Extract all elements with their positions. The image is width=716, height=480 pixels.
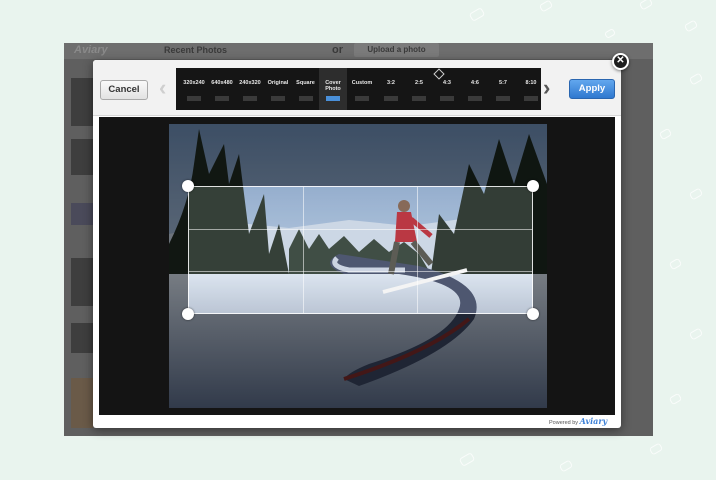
background-logo: Aviary [74,44,108,56]
crop-grid-line [417,187,419,313]
powered-by-text: Powered by [549,420,579,426]
aspect-ratio-indicator [384,96,398,101]
crop-dim-left [169,186,188,314]
aspect-ratio-option[interactable]: Square [292,68,319,110]
background-thumbnail [71,258,93,306]
aspect-ratio-label: 3:2 [387,80,395,86]
background-thumbnail [71,378,93,428]
aspect-ratio-label: 640x480 [211,80,233,86]
aspect-ratio-option[interactable]: Cover Photo [319,68,347,110]
crop-handle-bottom-right[interactable] [527,308,539,320]
crop-modal: Cancel ‹ 320x240 640x480 240x320 Original Sq… [93,60,621,428]
aspect-ratio-label: 2:5 [415,80,423,86]
decorative-shape [468,7,486,22]
decorative-shape [458,452,476,467]
crop-dim-top [169,124,547,186]
aspect-ratio-option[interactable]: 3:2 [377,68,405,110]
aspect-ratio-label: 4:6 [471,80,479,86]
aspect-ratio-indicator [440,96,454,101]
crop-dim-right [533,186,547,314]
crop-handle-bottom-left[interactable] [182,308,194,320]
crop-grid-line [303,187,305,313]
decorative-shape [603,27,617,40]
aspect-ratio-label: 8:10 [525,80,537,86]
aspect-ratio-indicator [298,96,313,101]
crop-selection[interactable] [188,186,533,314]
decorative-shape [638,0,654,11]
crop-toolbar: Cancel ‹ 320x240 640x480 240x320 Original Sq… [93,60,621,116]
background-header: Aviary Recent Photos or Upload a photo [64,43,653,59]
background-upload-button: Upload a photo [354,43,439,57]
aspect-ratio-option[interactable]: 5:7 [489,68,517,110]
background-thumbnail [71,323,93,353]
aspect-ratio-indicator [326,96,340,101]
aviary-brand[interactable]: Aviary [580,416,608,426]
aspect-ratio-option[interactable]: 640x480 [208,68,236,110]
background-thumbnail [71,139,93,175]
aspect-ratio-label: 320x240 [183,80,205,86]
aspect-ratio-indicator [468,96,482,101]
background-thumbnail [71,203,93,225]
aspect-ratio-indicator [215,96,229,101]
close-icon[interactable]: ✕ [612,53,629,70]
decorative-shape [658,127,673,141]
aspect-ratio-label: Custom [351,80,373,86]
background-or-text: or [332,44,343,56]
aspect-ratio-label: Square [296,80,315,86]
crop-grid-line [189,228,532,230]
chevron-right-icon[interactable]: › [543,75,550,101]
crop-grid-line [189,270,532,272]
aspect-ratio-option[interactable]: 8:10 [517,68,541,110]
powered-by: Powered by Aviary [549,416,607,426]
aspect-ratio-option[interactable]: Custom [347,68,377,110]
aspect-ratio-option[interactable]: Original [264,68,292,110]
decorative-shape [688,187,704,201]
background-thumbnail [71,78,93,126]
aspect-ratio-option[interactable]: 240x320 [236,68,264,110]
chevron-left-icon[interactable]: ‹ [159,75,166,101]
decorative-shape [688,327,704,341]
background-title: Recent Photos [164,45,228,55]
aspect-ratio-indicator [496,96,510,101]
decorative-shape [648,442,664,456]
aspect-ratio-indicator [524,96,538,101]
cancel-button[interactable]: Cancel [100,80,148,100]
aspect-ratio-label: 240x320 [239,80,261,86]
aspect-ratio-option[interactable]: 4:6 [461,68,489,110]
aspect-ratio-label: Cover Photo [325,80,341,92]
aspect-ratio-label: Original [267,80,289,86]
aspect-ratio-indicator [187,96,201,101]
decorative-shape [558,459,574,473]
aspect-ratio-indicator [355,96,369,101]
aspect-ratio-strip: 320x240 640x480 240x320 Original Square Cover… [176,68,541,110]
decorative-shape [538,0,554,13]
aspect-ratio-option[interactable]: 320x240 [180,68,208,110]
crop-handle-top-right[interactable] [527,180,539,192]
aspect-ratio-option[interactable]: 2:5 [405,68,433,110]
aspect-ratio-indicator [412,96,426,101]
aspect-ratio-indicator [243,96,257,101]
aspect-ratio-indicator [271,96,285,101]
crop-handle-top-left[interactable] [182,180,194,192]
decorative-shape [683,19,699,33]
crop-dim-bottom [169,314,547,408]
decorative-shape [668,257,683,271]
apply-button[interactable]: Apply [569,79,615,99]
aspect-ratio-label: 4:3 [443,80,451,86]
aspect-ratio-option[interactable]: 4:3 [433,68,461,110]
decorative-shape [668,392,683,406]
decorative-shape [688,72,704,86]
aspect-ratio-label: 5:7 [499,80,507,86]
